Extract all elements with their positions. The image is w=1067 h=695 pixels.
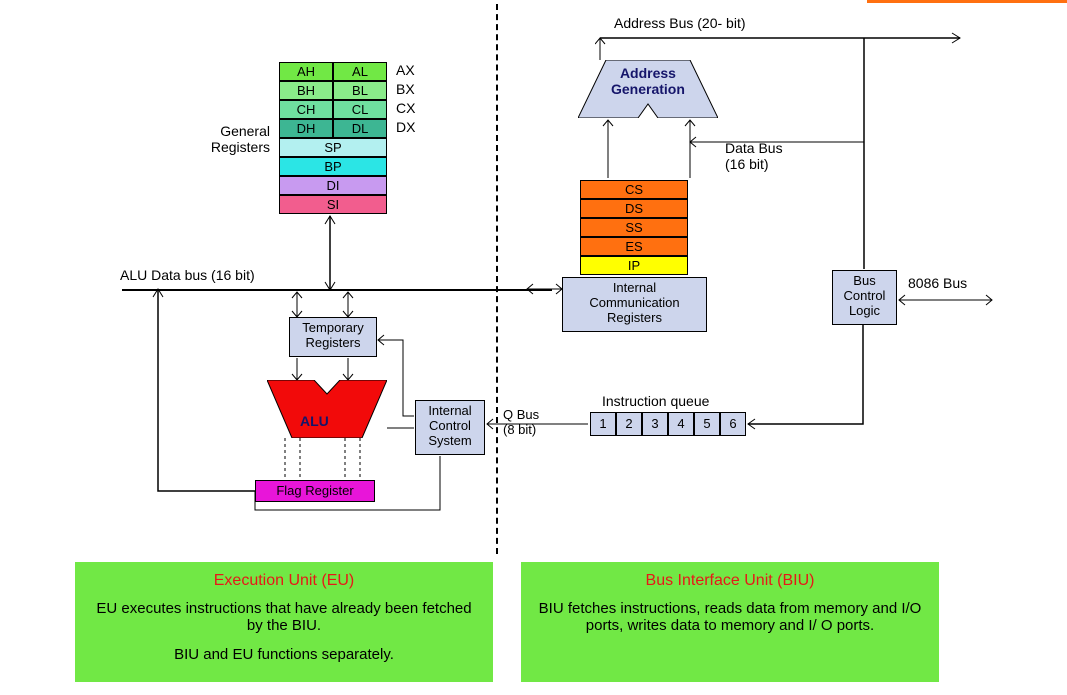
reg-dx-label: DX [396, 119, 415, 135]
reg-di: DI [279, 176, 387, 195]
instruction-queue: 1 2 3 4 5 6 [590, 412, 746, 436]
reg-ss: SS [580, 218, 688, 237]
reg-al: AL [333, 62, 387, 81]
reg-es: ES [580, 237, 688, 256]
reg-bx-label: BX [396, 81, 415, 97]
general-registers-label: General Registers [205, 123, 270, 155]
reg-bl: BL [333, 81, 387, 100]
eu-panel: Execution Unit (EU) EU executes instruct… [75, 562, 493, 682]
internal-comm-registers: Internal Communication Registers [562, 277, 707, 332]
internalcomm-to-alubus [525, 277, 567, 297]
address-generation-label: Address Generation [611, 65, 685, 97]
queue-5: 5 [694, 412, 720, 436]
reg-bh: BH [279, 81, 333, 100]
eu-wires [120, 210, 500, 520]
reg-dh: DH [279, 119, 333, 138]
reg-ax-label: AX [396, 62, 415, 78]
queue-2: 2 [616, 412, 642, 436]
queue-4: 4 [668, 412, 694, 436]
gp-register-block: AHAL BHBL CHCL DHDL SP BP DI SI [279, 62, 387, 214]
bcl-to-queue [745, 325, 875, 430]
biu-text-1: BIU fetches instructions, reads data fro… [536, 600, 924, 634]
eu-text-1: EU executes instructions that have alrea… [90, 600, 478, 634]
databus-branch [688, 134, 868, 150]
frame-accent [867, 0, 1067, 3]
bus-control-logic: Bus Control Logic [832, 270, 897, 325]
queue-6: 6 [720, 412, 746, 436]
segment-register-block: CS DS SS ES IP [580, 180, 688, 275]
reg-cx-label: CX [396, 100, 415, 116]
reg-cs: CS [580, 180, 688, 199]
reg-sp: SP [279, 138, 387, 157]
reg-ch: CH [279, 100, 333, 119]
queue-3: 3 [642, 412, 668, 436]
instruction-queue-label: Instruction queue [602, 393, 709, 409]
reg-ds: DS [580, 199, 688, 218]
reg-dl: DL [333, 119, 387, 138]
addrgen-to-bus [595, 36, 615, 62]
qbus-arrow [485, 416, 590, 432]
bus-8086-label: 8086 Bus [908, 275, 967, 291]
queue-1: 1 [590, 412, 616, 436]
biu-panel: Bus Interface Unit (BIU) BIU fetches ins… [521, 562, 939, 682]
address-bus-label: Address Bus (20- bit) [614, 15, 746, 31]
bus-vertical-right [858, 36, 878, 271]
reg-bp: BP [279, 157, 387, 176]
biu-title: Bus Interface Unit (BIU) [536, 572, 924, 590]
reg-cl: CL [333, 100, 387, 119]
eu-title: Execution Unit (EU) [90, 572, 478, 590]
bus-8086-arrow [897, 292, 997, 308]
eu-text-2: BIU and EU functions separately. [90, 646, 478, 663]
reg-ip: IP [580, 256, 688, 275]
reg-ah: AH [279, 62, 333, 81]
